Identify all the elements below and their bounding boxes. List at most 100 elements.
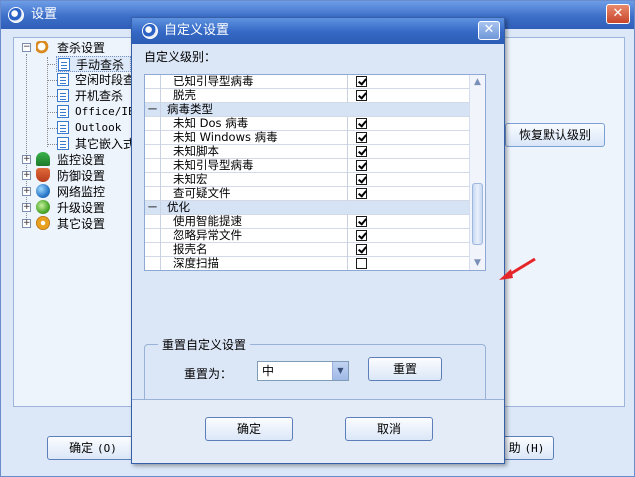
globe-icon bbox=[36, 184, 50, 198]
reset-to-label: 重置为： bbox=[184, 367, 233, 381]
tree-item-outlook[interactable]: Outlook bbox=[56, 120, 134, 136]
tree-item-other-settings[interactable]: + 其它设置 bbox=[22, 216, 132, 232]
tree-item-boot-scan[interactable]: 开机查杀 bbox=[56, 88, 134, 104]
column-divider bbox=[347, 159, 348, 173]
row-indent bbox=[145, 75, 161, 89]
row-indent bbox=[145, 145, 161, 159]
checkbox-checked[interactable] bbox=[356, 230, 367, 241]
checkbox-checked[interactable] bbox=[356, 118, 367, 129]
scroll-up-icon[interactable]: ▲ bbox=[471, 75, 484, 89]
list-item[interactable]: 未知引导型病毒 bbox=[145, 159, 471, 173]
option-label: 忽略异常文件 bbox=[173, 228, 242, 242]
list-item[interactable]: 忽略异常文件 bbox=[145, 229, 471, 243]
option-label: 深度扫描 bbox=[173, 256, 219, 270]
app-logo-icon bbox=[8, 7, 24, 23]
checkbox-checked[interactable] bbox=[356, 244, 367, 255]
list-item[interactable]: 未知宏 bbox=[145, 173, 471, 187]
scroll-down-icon[interactable]: ▼ bbox=[471, 256, 484, 270]
list-item[interactable]: 脱壳 bbox=[145, 89, 471, 103]
row-indent bbox=[145, 215, 161, 229]
column-divider bbox=[347, 173, 348, 187]
expand-icon[interactable]: + bbox=[22, 187, 31, 196]
option-label: 查可疑文件 bbox=[173, 186, 231, 200]
scroll-thumb[interactable] bbox=[472, 183, 483, 245]
outer-ok-button[interactable]: 确定 (O) bbox=[47, 436, 139, 460]
row-indent bbox=[145, 131, 161, 145]
custom-level-label: 自定义级别： bbox=[144, 50, 217, 64]
option-label: 未知脚本 bbox=[173, 144, 219, 158]
option-label: 脱壳 bbox=[173, 88, 196, 102]
checkbox-checked[interactable] bbox=[356, 146, 367, 157]
list-item[interactable]: 查可疑文件 bbox=[145, 187, 471, 201]
list-group-header[interactable]: － 病毒类型 bbox=[145, 103, 471, 117]
document-icon bbox=[57, 73, 69, 86]
tree-item-office-ie[interactable]: Office/IE bbox=[56, 104, 134, 120]
checkbox-checked[interactable] bbox=[356, 76, 367, 87]
list-item[interactable]: 未知脚本 bbox=[145, 145, 471, 159]
list-item[interactable]: 使用智能提速 bbox=[145, 215, 471, 229]
tree-item-monitor-settings[interactable]: + 监控设置 bbox=[22, 152, 132, 168]
group-collapse-icon[interactable]: － bbox=[145, 103, 161, 117]
tree-item-network-monitor[interactable]: + 网络监控 bbox=[22, 184, 132, 200]
list-item[interactable]: 未知 Dos 病毒 bbox=[145, 117, 471, 131]
expand-icon[interactable]: + bbox=[22, 203, 31, 212]
checkbox-checked[interactable] bbox=[356, 90, 367, 101]
tree-item-upgrade-settings[interactable]: + 升级设置 bbox=[22, 200, 132, 216]
checkbox-checked[interactable] bbox=[356, 160, 367, 171]
chevron-down-icon[interactable]: ▼ bbox=[332, 362, 348, 380]
option-label: 未知 Windows 病毒 bbox=[173, 130, 278, 144]
document-icon bbox=[57, 137, 69, 150]
row-indent bbox=[145, 243, 161, 257]
restore-default-level-button[interactable]: 恢复默认级别 bbox=[505, 123, 605, 147]
expand-icon[interactable]: + bbox=[22, 171, 31, 180]
column-divider bbox=[347, 117, 348, 131]
document-icon bbox=[57, 105, 69, 118]
shield-icon bbox=[36, 168, 50, 182]
tree-item-other-embedded[interactable]: 其它嵌入式 bbox=[56, 136, 134, 152]
reset-button[interactable]: 重置 bbox=[368, 357, 442, 381]
red-pointer-arrow-icon bbox=[499, 257, 536, 280]
row-indent bbox=[145, 257, 161, 270]
window-close-button[interactable]: ✕ bbox=[606, 4, 630, 24]
update-icon bbox=[36, 200, 50, 214]
option-label: 优化 bbox=[167, 200, 190, 214]
column-divider bbox=[347, 145, 348, 159]
list-item[interactable]: 深度扫描 bbox=[145, 256, 471, 270]
column-divider bbox=[347, 75, 348, 89]
dialog-cancel-button[interactable]: 取消 bbox=[345, 417, 433, 441]
group-collapse-icon[interactable]: － bbox=[145, 201, 161, 215]
window-title: 设置 bbox=[31, 7, 58, 22]
dialog-close-button[interactable]: ✕ bbox=[478, 21, 500, 40]
tree-item-scan-settings[interactable]: − 查杀设置 bbox=[22, 40, 132, 56]
checkbox-checked[interactable] bbox=[356, 174, 367, 185]
dialog-footer bbox=[132, 400, 504, 463]
list-scrollbar[interactable]: ▲ ▼ bbox=[469, 75, 485, 270]
expand-icon[interactable]: + bbox=[22, 219, 31, 228]
dialog-ok-button[interactable]: 确定 bbox=[205, 417, 293, 441]
list-group-header[interactable]: － 优化 bbox=[145, 201, 471, 215]
column-divider bbox=[347, 229, 348, 243]
option-label: 已知引导型病毒 bbox=[173, 74, 254, 88]
custom-options-list: 已知引导型病毒 脱壳 － 病毒类型 未知 Dos 病毒 未知 Windows 病毒 未知脚本… bbox=[144, 74, 486, 271]
tree-item-idle-scan[interactable]: 空闲时段查 bbox=[56, 72, 134, 88]
dialog-titlebar: 自定义设置 ✕ bbox=[132, 18, 504, 44]
tree-item-manual-scan[interactable]: 手动查杀 bbox=[56, 56, 131, 72]
list-item[interactable]: 已知引导型病毒 bbox=[145, 75, 471, 89]
app-logo-icon bbox=[142, 23, 158, 39]
reset-level-select[interactable]: 中 ▼ bbox=[257, 361, 349, 381]
option-label: 未知引导型病毒 bbox=[173, 158, 254, 172]
document-icon bbox=[57, 121, 69, 134]
checkbox-unchecked[interactable] bbox=[356, 258, 367, 269]
list-item[interactable]: 报壳名 bbox=[145, 243, 471, 257]
row-indent bbox=[145, 89, 161, 103]
row-indent bbox=[145, 159, 161, 173]
expand-icon[interactable]: + bbox=[22, 155, 31, 164]
list-item[interactable]: 未知 Windows 病毒 bbox=[145, 131, 471, 145]
collapse-icon[interactable]: − bbox=[22, 43, 31, 52]
checkbox-checked[interactable] bbox=[356, 188, 367, 199]
tree-item-defense-settings[interactable]: + 防御设置 bbox=[22, 168, 132, 184]
row-indent bbox=[145, 117, 161, 131]
gear-icon bbox=[36, 216, 50, 230]
checkbox-checked[interactable] bbox=[356, 132, 367, 143]
checkbox-checked[interactable] bbox=[356, 216, 367, 227]
